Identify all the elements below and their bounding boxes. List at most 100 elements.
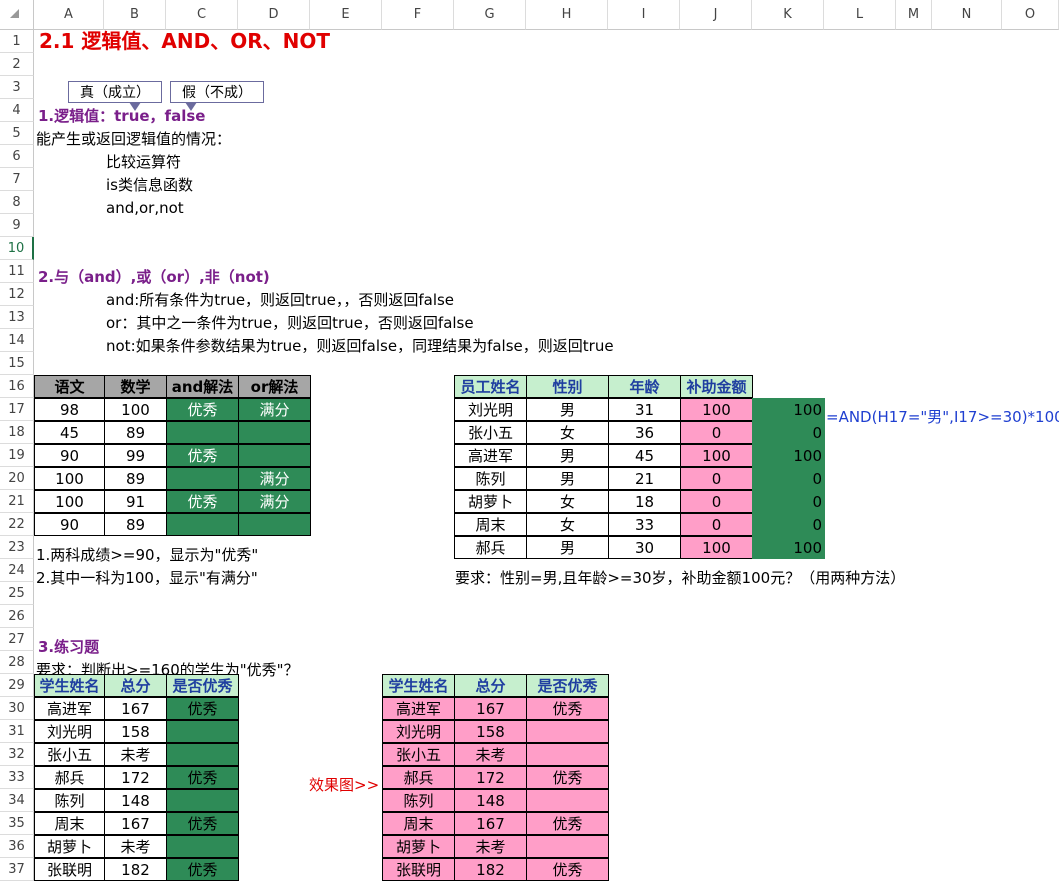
row-header-2[interactable]: 2 [0,53,34,76]
table-cell[interactable]: 167 [454,697,527,720]
table-cell[interactable] [166,743,239,766]
table-cell[interactable]: 167 [454,812,527,835]
section1-item[interactable]: 比较运算符 [106,151,181,174]
row-header-8[interactable]: 8 [0,191,34,214]
row-header-13[interactable]: 13 [0,306,34,329]
table-cell[interactable] [166,513,239,536]
column-header-B[interactable]: B [104,0,166,30]
table-cell[interactable]: 优秀 [526,812,609,835]
table-cell[interactable] [526,835,609,858]
row-header-14[interactable]: 14 [0,329,34,352]
table-cell[interactable]: 郝兵 [454,536,527,559]
table-cell[interactable] [166,467,239,490]
result-cell[interactable]: 100 [752,444,825,467]
table-cell[interactable]: 90 [34,513,105,536]
column-header-K[interactable]: K [752,0,824,30]
table-cell[interactable] [166,720,239,743]
table-cell[interactable]: 高进军 [34,697,105,720]
table-cell[interactable]: 30 [608,536,681,559]
table-cell[interactable]: 100 [34,467,105,490]
column-header-M[interactable]: M [896,0,932,30]
sheet-title[interactable]: 2.1 逻辑值、AND、OR、NOT [39,30,330,53]
section1-item[interactable]: is类信息函数 [106,174,193,197]
table-cell[interactable]: 167 [104,812,167,835]
table-cell[interactable]: 女 [526,513,609,536]
table-cell[interactable]: 刘光明 [382,720,455,743]
table-cell[interactable]: 45 [608,444,681,467]
table-cell[interactable]: 0 [680,467,753,490]
column-header-J[interactable]: J [680,0,752,30]
table-cell[interactable] [166,835,239,858]
table-header-cell[interactable]: 年龄 [608,375,681,398]
table-cell[interactable]: 0 [680,490,753,513]
table-header-cell[interactable]: 是否优秀 [166,674,239,697]
table-cell[interactable] [526,743,609,766]
table-cell[interactable]: 172 [104,766,167,789]
table-cell[interactable]: 91 [104,490,167,513]
table-cell[interactable]: 182 [104,858,167,881]
column-header-L[interactable]: L [824,0,896,30]
table-header-cell[interactable]: 是否优秀 [526,674,609,697]
row-header-21[interactable]: 21 [0,490,34,513]
table-header-cell[interactable]: 性别 [526,375,609,398]
table-header-cell[interactable]: 总分 [104,674,167,697]
true-callout[interactable]: 真（成立） [68,81,162,111]
row-header-25[interactable]: 25 [0,582,34,605]
table-cell[interactable]: 优秀 [526,858,609,881]
column-header-H[interactable]: H [526,0,608,30]
table-cell[interactable]: 45 [34,421,105,444]
row-header-36[interactable]: 36 [0,835,34,858]
false-callout[interactable]: 假（不成） [170,81,264,111]
section1-item[interactable]: and,or,not [106,197,184,220]
row-header-10[interactable]: 10 [0,237,34,260]
row-header-30[interactable]: 30 [0,697,34,720]
table-cell[interactable]: 0 [680,421,753,444]
table-cell[interactable]: 高进军 [382,697,455,720]
table-cell[interactable] [166,421,239,444]
table-header-cell[interactable]: 总分 [454,674,527,697]
row-header-22[interactable]: 22 [0,513,34,536]
row-header-7[interactable]: 7 [0,168,34,191]
table-cell[interactable]: 未考 [104,743,167,766]
table-cell[interactable]: 98 [34,398,105,421]
table-cell[interactable]: 100 [680,398,753,421]
table-cell[interactable]: 158 [104,720,167,743]
table-cell[interactable]: 张联明 [382,858,455,881]
row-header-1[interactable]: 1 [0,30,34,53]
table-cell[interactable]: 男 [526,398,609,421]
row-header-6[interactable]: 6 [0,145,34,168]
table-cell[interactable]: 148 [104,789,167,812]
table-cell[interactable]: 33 [608,513,681,536]
cell-grid[interactable]: 2.1 逻辑值、AND、OR、NOT 真（成立） 假（不成） 1.逻辑值：tru… [34,30,1059,881]
column-header-C[interactable]: C [166,0,238,30]
table-cell[interactable]: 男 [526,536,609,559]
section2-item[interactable]: or：其中之一条件为true，则返回true，否则返回false [106,312,474,335]
table-cell[interactable]: 胡萝卜 [454,490,527,513]
result-cell[interactable]: 0 [752,490,825,513]
table-cell[interactable] [166,789,239,812]
select-all-corner[interactable] [0,0,34,30]
table-cell[interactable]: 优秀 [526,697,609,720]
table-cell[interactable]: 周末 [454,513,527,536]
table-cell[interactable]: 满分 [238,398,311,421]
table-cell[interactable]: 未考 [454,743,527,766]
table-cell[interactable]: 女 [526,421,609,444]
row-header-17[interactable]: 17 [0,398,34,421]
column-header-G[interactable]: G [454,0,526,30]
section1-intro[interactable]: 能产生或返回逻辑值的情况： [36,128,231,151]
column-header-F[interactable]: F [382,0,454,30]
row-header-9[interactable]: 9 [0,214,34,237]
row-header-24[interactable]: 24 [0,559,34,582]
row-header-28[interactable]: 28 [0,651,34,674]
table-header-cell[interactable]: 员工姓名 [454,375,527,398]
row-header-3[interactable]: 3 [0,76,34,99]
row-header-35[interactable]: 35 [0,812,34,835]
table-cell[interactable]: 148 [454,789,527,812]
table-cell[interactable]: 男 [526,444,609,467]
row-header-27[interactable]: 27 [0,628,34,651]
table-cell[interactable]: 周末 [34,812,105,835]
table-header-cell[interactable]: 语文 [34,375,105,398]
section2-heading[interactable]: 2.与（and）,或（or）,非（not) [38,266,270,289]
row-header-4[interactable]: 4 [0,99,34,122]
spreadsheet[interactable]: ABCDEFGHIJKLMNO 1 2 3 4 5 6 7 8 9 10 11 12 13 14 15 16 1… [0,0,1059,881]
